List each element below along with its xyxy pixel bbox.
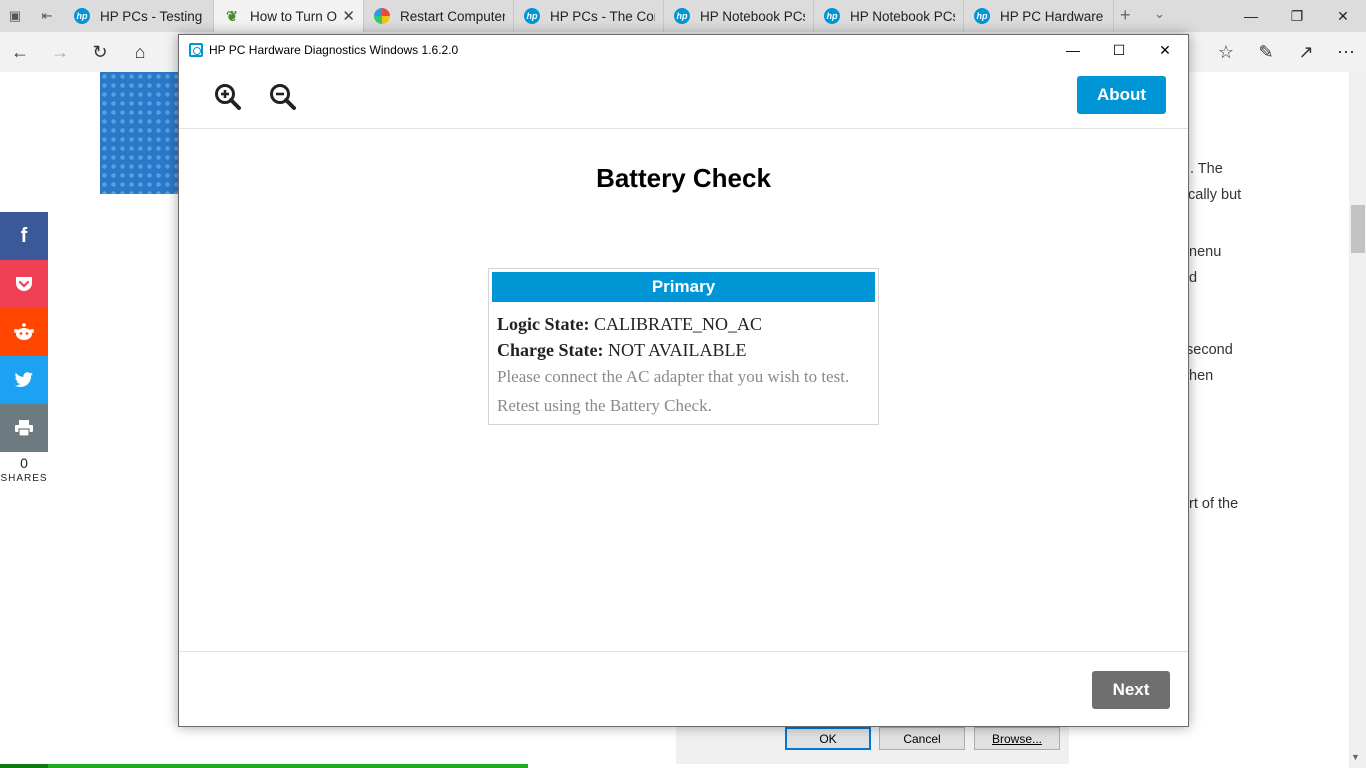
article-text-fragment: second — [1186, 342, 1233, 358]
print-share-button[interactable] — [0, 404, 48, 452]
browser-tab[interactable]: hp HP PCs - The Com| — [514, 0, 664, 32]
window-title: HP PC Hardware Diagnostics Windows 1.6.2… — [209, 43, 459, 57]
article-text-fragment: . The — [1190, 161, 1223, 177]
window-title-bar: HP PC Hardware Diagnostics Windows 1.6.2… — [179, 35, 1188, 65]
pocket-icon — [16, 277, 32, 291]
forward-icon[interactable]: → — [48, 40, 72, 64]
print-icon — [15, 420, 33, 437]
reddit-share-button[interactable] — [0, 308, 48, 356]
share-icon[interactable]: ↗ — [1294, 40, 1318, 64]
cancel-button[interactable]: Cancel — [879, 727, 965, 750]
maximize-icon[interactable]: ☐ — [1096, 35, 1142, 65]
tab-title: How to Turn O — [250, 8, 338, 24]
browser-tab[interactable]: hp HP PC Hardware D — [964, 0, 1114, 32]
twitter-share-button[interactable] — [0, 356, 48, 404]
charge-state-value: NOT AVAILABLE — [607, 340, 747, 360]
more-icon[interactable]: ⋯ — [1334, 40, 1358, 64]
tab-title: HP Notebook PCs — [850, 8, 955, 24]
logic-state-label: Logic State: — [497, 314, 590, 334]
reddit-icon — [14, 323, 34, 340]
instruction-text: Retest using the Battery Check. — [497, 396, 712, 415]
scroll-down-icon[interactable]: ▼ — [1351, 752, 1360, 762]
twitter-icon — [14, 372, 33, 388]
hp-icon: hp — [974, 8, 990, 24]
browser-tab[interactable]: hp HP PCs - Testing fc — [64, 0, 214, 32]
minimize-icon[interactable]: — — [1228, 0, 1274, 32]
hp-icon: hp — [674, 8, 690, 24]
tab-title: HP PCs - Testing fc — [100, 8, 205, 24]
progress-bar-segment — [48, 764, 528, 768]
logic-state-row: Logic State: CALIBRATE_NO_AC — [497, 314, 762, 335]
article-text-fragment: cally but — [1188, 187, 1242, 203]
minimize-icon[interactable]: — — [1050, 35, 1096, 65]
article-text-fragment: rt of the — [1189, 496, 1239, 512]
multicolor-icon — [374, 8, 390, 24]
ok-button[interactable]: OK — [785, 727, 871, 750]
next-button[interactable]: Next — [1092, 671, 1170, 709]
pocket-share-button[interactable] — [0, 260, 48, 308]
zoom-out-icon[interactable] — [268, 82, 298, 112]
footer-divider — [179, 651, 1188, 652]
progress-bar-segment — [0, 764, 48, 768]
new-tab-icon[interactable]: + — [1120, 5, 1131, 26]
back-icon[interactable]: ← — [8, 40, 32, 64]
refresh-icon[interactable]: ↻ — [88, 40, 112, 64]
tab-title: HP Notebook PCs — [700, 8, 805, 24]
battery-card-header: Primary — [492, 272, 875, 302]
chevron-down-icon[interactable]: ⌄ — [1154, 6, 1165, 22]
close-tab-icon[interactable]: ✕ — [342, 7, 355, 25]
browser-tab-strip: ▣ ⇤ hp HP PCs - Testing fc ❦ How to Turn… — [0, 0, 1366, 32]
logic-state-value: CALIBRATE_NO_AC — [593, 314, 762, 334]
browser-tab[interactable]: hp HP Notebook PCs — [814, 0, 964, 32]
battery-status-card: Primary Logic State: CALIBRATE_NO_AC Cha… — [488, 268, 879, 425]
restore-icon[interactable]: ❐ — [1274, 0, 1320, 32]
hp-diagnostics-window: HP PC Hardware Diagnostics Windows 1.6.2… — [178, 34, 1189, 727]
close-icon[interactable]: ✕ — [1142, 35, 1188, 65]
app-icon — [189, 43, 203, 57]
page-title: Battery Check — [596, 163, 771, 193]
hp-icon: hp — [74, 8, 90, 24]
browse-button[interactable]: Browse... — [974, 727, 1060, 750]
hp-icon: hp — [824, 8, 840, 24]
tab-title: HP PCs - The Com| — [550, 8, 655, 24]
tab-preview-icon[interactable]: ▣ — [4, 6, 26, 26]
browser-tab[interactable]: Restart Computer i — [364, 0, 514, 32]
article-text-fragment: d — [1189, 270, 1198, 286]
favorites-icon[interactable]: ☆ — [1214, 40, 1238, 64]
pen-icon[interactable]: ✎ — [1254, 40, 1278, 64]
charge-state-row: Charge State: NOT AVAILABLE — [497, 340, 747, 361]
facebook-icon: f — [20, 224, 28, 247]
app-toolbar: About — [179, 65, 1188, 129]
facebook-share-button[interactable]: f — [0, 212, 48, 260]
zoom-in-icon[interactable] — [213, 82, 243, 112]
tab-title: Restart Computer i — [400, 8, 505, 24]
hero-image — [100, 72, 180, 194]
share-label: SHARES — [0, 473, 48, 484]
page-scrollbar-thumb[interactable] — [1351, 205, 1365, 253]
instruction-text: Please connect the AC adapter that you w… — [497, 367, 850, 386]
charge-state-label: Charge State: — [497, 340, 604, 360]
set-aside-tabs-icon[interactable]: ⇤ — [36, 6, 58, 26]
home-icon[interactable]: ⌂ — [128, 40, 152, 64]
hp-icon: hp — [524, 8, 540, 24]
article-text-fragment: nenu — [1189, 244, 1222, 260]
share-count: 0 — [20, 455, 28, 471]
leaf-icon: ❦ — [226, 7, 238, 24]
close-icon[interactable]: ✕ — [1320, 0, 1366, 32]
about-button[interactable]: About — [1077, 76, 1166, 114]
article-text-fragment: hen — [1189, 368, 1214, 384]
browser-tab-active[interactable]: ❦ How to Turn O ✕ — [214, 0, 364, 32]
browser-tab[interactable]: hp HP Notebook PCs — [664, 0, 814, 32]
page-scrollbar[interactable] — [1349, 72, 1366, 768]
tab-title: HP PC Hardware D — [1000, 8, 1105, 24]
